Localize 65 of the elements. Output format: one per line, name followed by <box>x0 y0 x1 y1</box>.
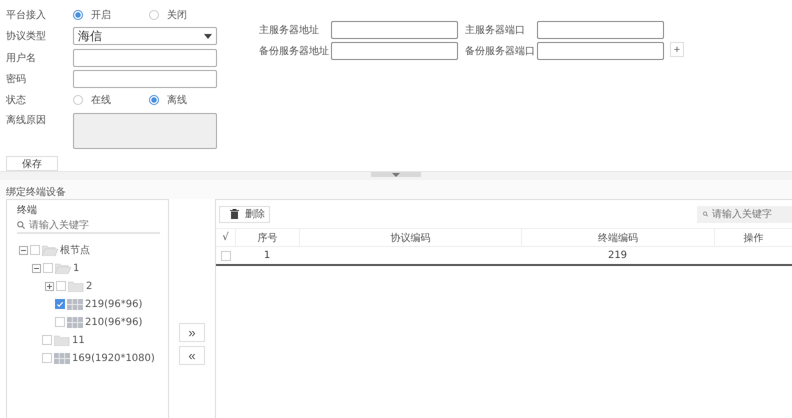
folder-icon <box>68 280 84 292</box>
checkbox[interactable] <box>42 353 52 363</box>
checkbox[interactable] <box>30 245 40 255</box>
column-header: 序号 <box>235 229 299 246</box>
trash-icon <box>230 209 239 219</box>
search-icon <box>703 210 708 218</box>
field-label: 用户名 <box>6 52 37 65</box>
field-label: 主服务器端口 <box>465 24 526 37</box>
server-field[interactable] <box>331 42 458 60</box>
table-cell: 219 <box>608 250 628 261</box>
field-label: 状态 <box>6 94 27 108</box>
search-icon <box>17 221 25 229</box>
protocol-select[interactable]: 海信 <box>73 27 217 46</box>
column-header: √ <box>221 230 230 245</box>
save-button[interactable]: 保存 <box>6 156 58 172</box>
grid-icon <box>54 352 70 364</box>
open-folder-icon <box>42 244 58 256</box>
radio-option[interactable]: 关闭 <box>149 8 187 22</box>
column-header: 协议编码 <box>299 229 521 246</box>
radio-option[interactable]: 离线 <box>149 93 187 108</box>
grid-icon <box>67 298 83 310</box>
field-label: 备份服务器端口 <box>465 44 536 58</box>
transfer-button[interactable]: » <box>179 323 205 342</box>
checkbox[interactable] <box>43 263 53 273</box>
tree-node-label[interactable]: 根节点 <box>60 243 90 257</box>
tree-node-label[interactable]: 219(96*96) <box>85 298 142 310</box>
table-cell: 1 <box>264 250 270 261</box>
expander-toggle[interactable] <box>45 282 54 290</box>
radio-option[interactable]: 开启 <box>73 8 111 22</box>
checkbox[interactable] <box>55 299 65 309</box>
field-label: 备份服务器地址 <box>259 44 330 58</box>
checkbox[interactable] <box>56 281 66 291</box>
tree-node-label[interactable]: 11 <box>72 334 85 346</box>
column-header: 操作 <box>714 229 792 246</box>
server-field[interactable] <box>331 21 458 39</box>
expander-toggle[interactable] <box>19 246 28 254</box>
field-label: 平台接入 <box>6 8 47 22</box>
grid-icon <box>67 316 83 328</box>
field-label: 主服务器地址 <box>259 24 320 37</box>
tree-node-label[interactable]: 2 <box>86 280 92 292</box>
delete-button[interactable]: 删除 <box>219 206 270 222</box>
splitter-handle[interactable] <box>371 172 421 177</box>
column-header: 终端编码 <box>521 229 714 246</box>
username-field[interactable] <box>73 48 217 67</box>
server-field[interactable] <box>537 42 664 60</box>
tree-node-label[interactable]: 210(96*96) <box>85 316 142 328</box>
checkbox[interactable] <box>42 335 52 345</box>
server-field[interactable] <box>537 21 664 39</box>
tree-node-label[interactable]: 1 <box>73 262 80 274</box>
transfer-button[interactable]: « <box>179 346 205 365</box>
field-label: 离线原因 <box>6 114 47 128</box>
expander-toggle[interactable] <box>32 264 41 272</box>
checkbox[interactable] <box>55 317 65 327</box>
field-label: 密码 <box>6 72 27 86</box>
caret-icon <box>204 34 212 39</box>
open-folder-icon <box>55 262 71 274</box>
checkbox[interactable] <box>220 250 230 260</box>
section-title: 绑定终端设备 <box>0 180 792 199</box>
radio-option[interactable]: 在线 <box>73 93 111 108</box>
field-label: 协议类型 <box>6 30 47 44</box>
panel-title: 终端 <box>17 204 38 217</box>
password-field[interactable] <box>73 70 217 88</box>
add-button[interactable]: + <box>670 42 684 57</box>
tree-node-label[interactable]: 169(1920*1080) <box>72 352 155 364</box>
folder-icon <box>54 334 70 346</box>
